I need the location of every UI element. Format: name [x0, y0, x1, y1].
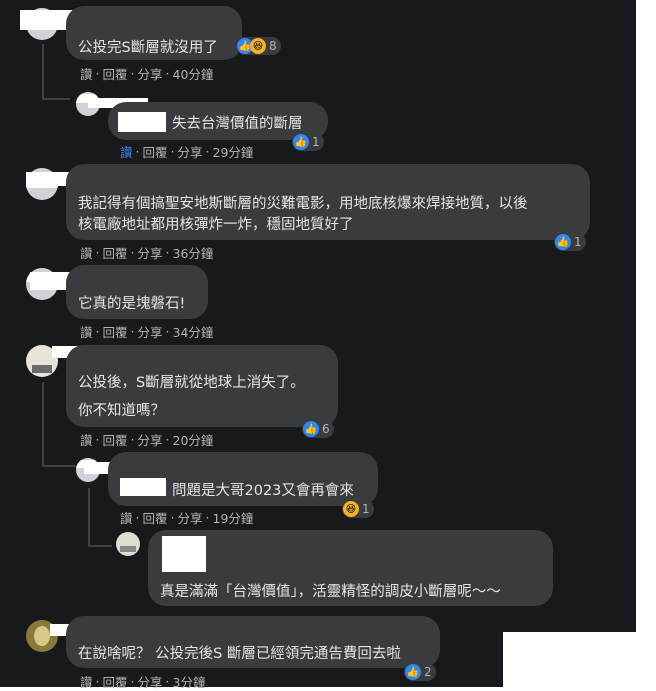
- reaction-count: 1: [312, 135, 320, 149]
- reply-thread-line: [42, 382, 44, 466]
- comment-text: 公投完S斷層就沒用了: [78, 40, 218, 56]
- reaction-count: 2: [424, 665, 432, 679]
- redacted-name: [118, 112, 166, 132]
- reaction-count: 1: [574, 235, 582, 249]
- comment-actions: 讚 · 回覆 · 分享 · 29分鐘: [120, 142, 254, 161]
- comment-text: 它真的是塊磐石!: [78, 296, 186, 312]
- like-link[interactable]: 讚: [80, 672, 93, 691]
- reply-thread-line: [88, 545, 112, 547]
- timestamp[interactable]: 36分鐘: [173, 243, 214, 262]
- haha-icon: 😆: [250, 38, 266, 54]
- share-link[interactable]: 分享: [138, 243, 163, 262]
- like-link[interactable]: 讚: [120, 508, 133, 527]
- timestamp[interactable]: 40分鐘: [173, 64, 214, 83]
- reaction-summary[interactable]: 👍 6: [302, 420, 334, 438]
- share-link[interactable]: 分享: [138, 322, 163, 341]
- reply-thread-line: [42, 465, 76, 467]
- comment-actions: 讚 · 回覆 · 分享 · 34分鐘: [80, 322, 214, 341]
- reaction-summary[interactable]: 👍 😆 8: [236, 37, 281, 55]
- reply-link[interactable]: 回覆: [103, 322, 128, 341]
- comment-text-line1: 我記得有個搞聖安地斯斷層的災難電影，用地底核爆來焊接地質，以後: [78, 196, 528, 212]
- avatar[interactable]: [116, 532, 140, 556]
- redacted-name: [120, 478, 166, 496]
- share-link[interactable]: 分享: [138, 64, 163, 83]
- comment-text: 在說啥呢？ 公投完後S 斷層已經領完通告費回去啦: [78, 646, 401, 662]
- share-link[interactable]: 分享: [178, 508, 203, 527]
- reply-thread-line: [42, 44, 44, 100]
- like-link[interactable]: 讚: [80, 430, 93, 449]
- timestamp[interactable]: 29分鐘: [213, 142, 254, 161]
- share-link[interactable]: 分享: [138, 430, 163, 449]
- reply-thread-line: [88, 488, 90, 546]
- timestamp[interactable]: 19分鐘: [213, 508, 254, 527]
- like-link[interactable]: 讚: [120, 142, 133, 161]
- timestamp[interactable]: 3分鐘: [173, 672, 206, 691]
- haha-icon: 😆: [343, 501, 359, 517]
- reply-link[interactable]: 回覆: [143, 142, 168, 161]
- comment-actions: 讚 · 回覆 · 分享 · 20分鐘: [80, 430, 214, 449]
- timestamp[interactable]: 20分鐘: [173, 430, 214, 449]
- comment-text-line2: 核電廠地址都用核彈炸一炸，穩固地質好了: [78, 217, 354, 233]
- reaction-summary[interactable]: 👍 2: [404, 663, 436, 681]
- reaction-count: 6: [322, 422, 330, 436]
- reply-thread-line: [42, 98, 70, 100]
- timestamp[interactable]: 34分鐘: [173, 322, 214, 341]
- reaction-summary[interactable]: 😆 1: [342, 500, 374, 518]
- reply-link[interactable]: 回覆: [103, 430, 128, 449]
- like-icon: 👍: [405, 664, 421, 680]
- comment-text-line2: 你不知道嗎？: [78, 403, 165, 419]
- like-link[interactable]: 讚: [80, 322, 93, 341]
- comment-actions: 讚 · 回覆 · 分享 · 3分鐘: [80, 672, 206, 691]
- reaction-count: 8: [269, 39, 277, 53]
- redacted-name: [162, 536, 206, 572]
- reply-link[interactable]: 回覆: [103, 243, 128, 262]
- comment-actions: 讚 · 回覆 · 分享 · 19分鐘: [120, 508, 254, 527]
- reply-link[interactable]: 回覆: [103, 64, 128, 83]
- share-link[interactable]: 分享: [138, 672, 163, 691]
- comment-text: 真是滿滿「台灣價值」，活靈精怪的調皮小斷層呢～～: [160, 584, 501, 600]
- like-link[interactable]: 讚: [80, 243, 93, 262]
- like-icon: 👍: [303, 421, 319, 437]
- share-link[interactable]: 分享: [178, 142, 203, 161]
- reply-link[interactable]: 回覆: [143, 508, 168, 527]
- like-icon: 👍: [555, 234, 571, 250]
- comment-text-line1: 公投後，S斷層就從地球上消失了。: [78, 375, 305, 391]
- like-icon: 👍: [293, 134, 309, 150]
- reply-link[interactable]: 回覆: [103, 672, 128, 691]
- reaction-summary[interactable]: 👍 1: [292, 133, 324, 151]
- comment-actions: 讚 · 回覆 · 分享 · 36分鐘: [80, 243, 214, 262]
- comment-text: 失去台灣價值的斷層: [172, 116, 303, 132]
- comment-text: 問題是大哥2023又會再會來: [172, 483, 354, 499]
- reaction-count: 1: [362, 502, 370, 516]
- comment-actions: 讚 · 回覆 · 分享 · 40分鐘: [80, 64, 214, 83]
- reaction-summary[interactable]: 👍 1: [554, 233, 586, 251]
- like-link[interactable]: 讚: [80, 64, 93, 83]
